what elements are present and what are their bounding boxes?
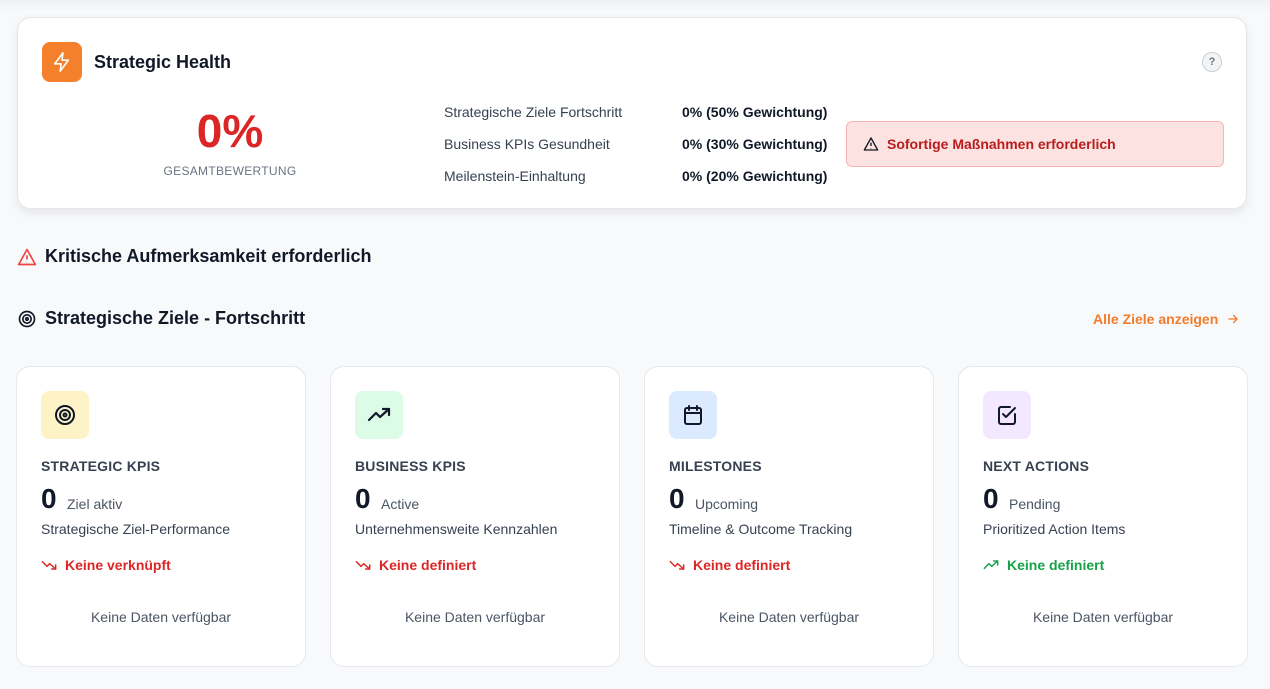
card-unit: Upcoming	[695, 496, 759, 512]
card-description: Timeline & Outcome Tracking	[669, 521, 853, 537]
card-empty-state: Keine Daten verfügbar	[718, 609, 860, 625]
critical-attention-heading: Kritische Aufmerksamkeit erforderlich	[17, 246, 371, 267]
card-unit: Active	[381, 496, 420, 512]
card-trend-label: Keine verknüpft	[65, 557, 171, 573]
trending-down-icon	[41, 560, 57, 570]
action-required-alert: Sofortige Maßnahmen erforderlich	[846, 121, 1224, 167]
card-trend: Keine definiert	[355, 557, 476, 573]
strategic-health-card: Strategic Health ? 0% GESAMTBEWERTUNG St…	[17, 17, 1247, 209]
milestones-card[interactable]: MILESTONES 0 Upcoming Timeline & Outcome…	[644, 366, 934, 667]
metric-value: 0% (20% Gewichtung)	[682, 168, 828, 184]
warning-icon	[863, 137, 879, 151]
alert-text: Sofortige Maßnahmen erforderlich	[887, 136, 1116, 152]
card-count: 0	[983, 483, 999, 514]
card-trend: Keine definiert	[669, 557, 790, 573]
business-kpis-card[interactable]: BUSINESS KPIS 0 Active Unternehmensweite…	[330, 366, 620, 667]
metric-value: 0% (50% Gewichtung)	[682, 104, 828, 120]
next-actions-card[interactable]: NEXT ACTIONS 0 Pending Prioritized Actio…	[958, 366, 1248, 667]
arrow-right-icon	[1228, 314, 1238, 324]
help-icon[interactable]: ?	[1202, 52, 1222, 72]
card-count: 0	[41, 483, 57, 514]
calendar-icon	[669, 391, 717, 439]
metric-row-milestones: Meilenstein-Einhaltung 0% (20% Gewichtun…	[444, 168, 827, 184]
card-trend: Keine definiert	[983, 557, 1104, 573]
card-trend: Keine verknüpft	[41, 557, 171, 573]
overall-score-label: GESAMTBEWERTUNG	[163, 164, 297, 178]
card-trend-label: Keine definiert	[693, 557, 791, 573]
target-icon	[18, 310, 36, 327]
overall-score: 0%	[196, 105, 264, 157]
metric-label: Business KPIs Gesundheit	[444, 136, 610, 152]
strategic-kpis-card[interactable]: STRATEGIC KPIS 0 Ziel aktiv Strategische…	[16, 366, 306, 667]
card-unit: Pending	[1009, 496, 1061, 512]
target-icon	[41, 391, 89, 439]
card-title: STRATEGIC KPIS	[41, 458, 161, 474]
card-title: BUSINESS KPIS	[355, 458, 466, 474]
metric-label: Meilenstein-Einhaltung	[444, 168, 586, 184]
card-empty-state: Keine Daten verfügbar	[1032, 609, 1174, 625]
card-title: NEXT ACTIONS	[983, 458, 1090, 474]
trending-up-icon	[983, 560, 999, 570]
card-count: 0	[355, 483, 371, 514]
metric-value: 0% (30% Gewichtung)	[682, 136, 828, 152]
goals-progress-title: Strategische Ziele - Fortschritt	[45, 308, 306, 328]
card-unit: Ziel aktiv	[67, 496, 123, 512]
warning-icon	[17, 248, 37, 265]
trending-down-icon	[355, 560, 371, 570]
view-all-label: Alle Ziele anzeigen	[1093, 311, 1219, 327]
metric-label: Strategische Ziele Fortschritt	[444, 104, 623, 120]
card-description: Strategische Ziel-Performance	[41, 521, 231, 537]
metric-row-kpis: Business KPIs Gesundheit 0% (30% Gewicht…	[444, 136, 827, 152]
critical-attention-title: Kritische Aufmerksamkeit erforderlich	[45, 246, 372, 266]
card-description: Prioritized Action Items	[983, 521, 1126, 537]
card-empty-state: Keine Daten verfügbar	[404, 609, 546, 625]
card-count: 0	[669, 483, 685, 514]
card-title: MILESTONES	[669, 458, 762, 474]
trending-down-icon	[669, 560, 685, 570]
goals-progress-heading: Strategische Ziele - Fortschritt	[17, 308, 305, 329]
card-trend-label: Keine definiert	[379, 557, 477, 573]
trending-up-icon	[355, 391, 403, 439]
card-description: Unternehmensweite Kennzahlen	[355, 521, 558, 537]
card-trend-label: Keine definiert	[1007, 557, 1105, 573]
top-shadow	[0, 0, 1270, 12]
checkbox-icon	[983, 391, 1031, 439]
lightning-icon	[42, 42, 82, 82]
metric-row-goals: Strategische Ziele Fortschritt 0% (50% G…	[444, 104, 827, 120]
health-title: Strategic Health	[94, 52, 232, 72]
view-all-goals-link[interactable]: Alle Ziele anzeigen	[1093, 311, 1240, 327]
card-empty-state: Keine Daten verfügbar	[90, 609, 232, 625]
